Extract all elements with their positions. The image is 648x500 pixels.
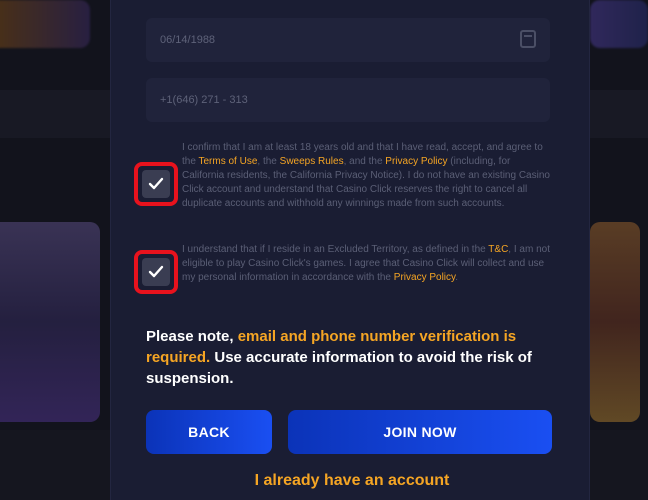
background-bottom	[590, 430, 648, 500]
terms-of-use-link[interactable]: Terms of Use	[199, 156, 258, 167]
privacy-policy-link[interactable]: Privacy Policy	[385, 156, 447, 167]
territory-consent-text: I understand that if I reside in an Excl…	[182, 243, 550, 285]
phone-number-field[interactable]: +1(646) 271 - 313	[146, 78, 550, 122]
background-strip	[590, 90, 648, 138]
tc-link[interactable]: T&C	[488, 244, 508, 255]
consent-text-part: .	[455, 272, 459, 283]
phone-number-value: +1(646) 271 - 313	[160, 94, 248, 106]
consent-checkbox-highlight	[134, 162, 178, 206]
background-tile	[590, 0, 648, 48]
note-prefix: Please note,	[146, 328, 238, 345]
background-tile	[0, 0, 90, 48]
background-bottom	[0, 430, 110, 500]
date-of-birth-value: 06/14/1988	[160, 34, 216, 46]
background-game-tile	[590, 222, 640, 422]
terms-consent-checkbox[interactable]	[142, 170, 170, 198]
territory-consent-checkbox[interactable]	[142, 258, 170, 286]
join-now-button[interactable]: JOIN NOW	[288, 410, 552, 454]
background-game-tile	[0, 222, 100, 422]
background-left	[0, 0, 110, 500]
sweeps-rules-link[interactable]: Sweeps Rules	[280, 156, 344, 167]
checkmark-icon	[148, 177, 164, 190]
privacy-policy-link[interactable]: Privacy Policy	[394, 272, 456, 283]
consent-text-part: , the	[257, 156, 280, 167]
verification-note: Please note, email and phone number veri…	[146, 326, 550, 389]
have-account-link[interactable]: I already have an account	[146, 472, 558, 490]
back-button[interactable]: BACK	[146, 410, 272, 454]
date-of-birth-field[interactable]: 06/14/1988	[146, 18, 550, 62]
consent-text-part: I understand that if I reside in an Excl…	[182, 244, 489, 255]
calendar-icon[interactable]	[520, 30, 536, 48]
terms-consent-text: I confirm that I am at least 18 years ol…	[182, 141, 550, 211]
checkmark-icon	[148, 265, 164, 278]
background-right	[590, 0, 648, 500]
background-strip	[0, 90, 110, 138]
consent-checkbox-highlight	[134, 250, 178, 294]
consent-text-part: , and the	[343, 156, 386, 167]
